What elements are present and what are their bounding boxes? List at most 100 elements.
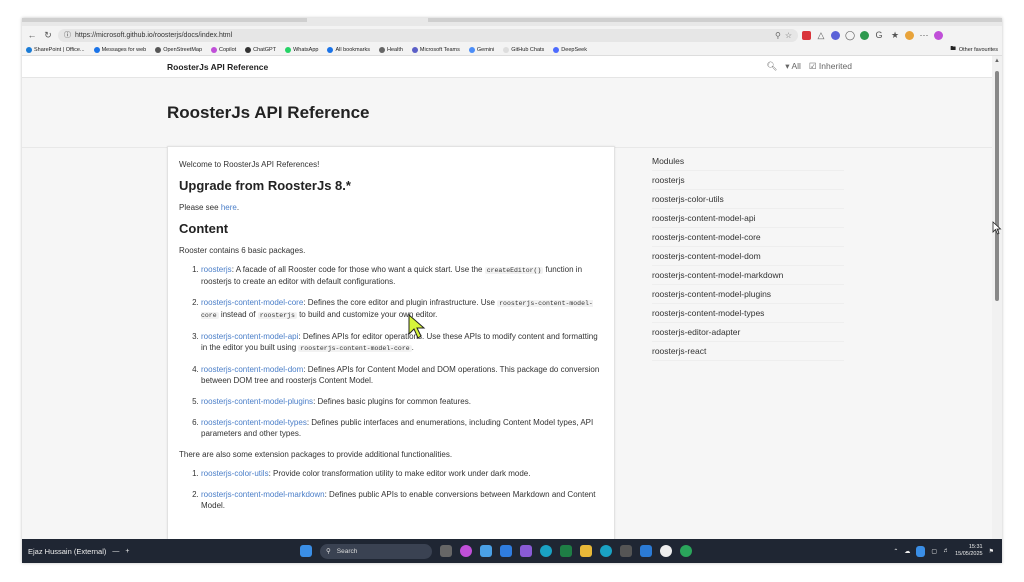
package-link[interactable]: roosterjs-content-model-dom <box>201 365 303 374</box>
app-icon-terminal[interactable] <box>620 545 632 557</box>
extension-link[interactable]: roosterjs-color-utils <box>201 469 269 478</box>
package-item: roosterjs: A facade of all Rooster code … <box>201 264 603 287</box>
site-title[interactable]: RoosterJs API Reference <box>167 62 268 72</box>
back-icon[interactable]: ← <box>26 29 38 41</box>
sidebar-item-roosterjs-content-model-plugins[interactable]: roosterjs-content-model-plugins <box>652 285 844 304</box>
sidebar-item-roosterjs-content-model-api[interactable]: roosterjs-content-model-api <box>652 209 844 228</box>
cloud-icon[interactable]: ☁ <box>904 548 910 555</box>
clock[interactable]: 15:31 15/05/2025 <box>955 544 983 558</box>
bookmark-item[interactable]: Copilot <box>211 46 236 53</box>
bookmark-item[interactable]: Health <box>379 46 403 53</box>
app-icon-edge2[interactable] <box>600 545 612 557</box>
app-icon-excel[interactable] <box>560 545 572 557</box>
windows-start-icon[interactable] <box>300 545 312 557</box>
tray-chevron-icon[interactable]: ⌃ <box>893 548 898 555</box>
extension-g-icon[interactable]: G <box>873 29 885 41</box>
app-tray-icon[interactable] <box>916 545 926 557</box>
sidebar-item-roosterjs-react[interactable]: roosterjs-react <box>652 342 844 361</box>
sidebar-item-roosterjs[interactable]: roosterjs <box>652 171 844 190</box>
favourites-icon[interactable]: ★ <box>889 29 901 41</box>
minimize-icon[interactable]: — <box>112 548 119 555</box>
profile-avatar-icon[interactable] <box>905 30 914 40</box>
package-link[interactable]: roosterjs <box>201 265 232 274</box>
app-icon-files[interactable] <box>580 545 592 557</box>
extension-red-icon[interactable] <box>802 30 811 40</box>
bookmark-item[interactable]: DeepSeek <box>553 46 587 53</box>
clock-time: 15:31 <box>968 544 983 550</box>
welcome-text: Welcome to RoosterJs API References! <box>179 160 320 169</box>
other-favourites[interactable]: 🖿︎ Other favourites <box>950 45 998 54</box>
app-icon-chrome[interactable] <box>680 545 692 557</box>
sidebar-item-modules[interactable]: Modules <box>652 152 844 171</box>
address-bar: ← ↻ ⓘ https://microsoft.github.io/rooste… <box>22 26 1002 44</box>
bookmark-item[interactable]: SharePoint | Office... <box>26 46 85 53</box>
inherited-checkbox[interactable]: ☑ Inherited <box>809 61 852 72</box>
bookmark-item[interactable]: ChatGPT <box>245 46 276 53</box>
volume-icon[interactable]: ♬ <box>943 548 949 554</box>
bookmark-item[interactable]: All bookmarks <box>327 46 370 53</box>
tab-inactive[interactable] <box>428 18 1002 22</box>
refresh-icon[interactable]: ↻ <box>42 29 54 41</box>
app-icon-github[interactable] <box>660 545 672 557</box>
site-header: RoosterJs API Reference <box>22 56 1002 78</box>
app-icon-chat[interactable] <box>500 545 512 557</box>
triangle-icon[interactable]: △ <box>815 29 827 41</box>
sidebar-item-roosterjs-content-model-markdown[interactable]: roosterjs-content-model-markdown <box>652 266 844 285</box>
url-actions: ⚲ ☆ <box>775 31 792 40</box>
package-item: roosterjs-content-model-types: Defines p… <box>201 417 603 439</box>
sidebar-nav: Modules roosterjs roosterjs-color-utils roo… <box>652 152 844 361</box>
zoom-icon[interactable]: ⚲ <box>775 31 781 40</box>
search-icon[interactable]: 🔍︎ <box>767 61 778 72</box>
extension-shield-icon[interactable]: ◯ <box>844 29 856 41</box>
app-icon-copilot[interactable] <box>460 545 472 557</box>
bookmark-icon <box>155 46 162 53</box>
add-icon[interactable]: + <box>125 548 129 555</box>
taskbar-search[interactable]: ⚲ Search <box>320 543 432 559</box>
site-info-icon[interactable]: ⓘ <box>64 30 71 40</box>
bookmark-icon <box>468 46 475 53</box>
app-icon-vscode[interactable] <box>640 545 652 557</box>
page-scrollbar[interactable]: ▲ ▼ <box>992 56 1002 554</box>
scrollbar-thumb[interactable] <box>995 71 999 301</box>
package-link[interactable]: roosterjs-content-model-api <box>201 332 298 341</box>
network-icon[interactable]: ▢ <box>931 548 937 555</box>
tab-active[interactable] <box>22 18 307 22</box>
bookmark-item[interactable]: Gemini <box>468 46 494 53</box>
sidebar-item-roosterjs-editor-adapter[interactable]: roosterjs-editor-adapter <box>652 323 844 342</box>
extension-item: roosterjs-color-utils: Provide color tra… <box>201 468 603 479</box>
title-area: RoosterJs API Reference <box>22 78 1002 148</box>
package-link[interactable]: roosterjs-content-model-core <box>201 298 303 307</box>
bookmark-label: Microsoft Teams <box>419 46 460 53</box>
more-menu-icon[interactable]: ⋯ <box>918 29 930 41</box>
extension-blue-icon[interactable] <box>831 30 840 40</box>
task-view-icon[interactable] <box>440 545 452 557</box>
sidebar-item-roosterjs-content-model-dom[interactable]: roosterjs-content-model-dom <box>652 247 844 266</box>
extension-green-icon[interactable] <box>860 30 869 40</box>
app-icon-pin[interactable] <box>480 545 492 557</box>
scroll-up-icon[interactable]: ▲ <box>994 58 1000 64</box>
bookmark-item[interactable]: Microsoft Teams <box>411 46 460 53</box>
sidebar-item-roosterjs-color-utils[interactable]: roosterjs-color-utils <box>652 190 844 209</box>
filter-dropdown[interactable]: ▾ All <box>785 61 801 72</box>
system-tray: ⌃ ☁ ▢ ♬ 15:31 15/05/2025 ⚑ <box>893 544 994 558</box>
app-icon-copilot2[interactable] <box>520 545 532 557</box>
app-icon-edge[interactable] <box>540 545 552 557</box>
url-field[interactable]: ⓘ https://microsoft.github.io/roosterjs/… <box>58 28 798 42</box>
sidebar-item-roosterjs-content-model-types[interactable]: roosterjs-content-model-types <box>652 304 844 323</box>
sidebar-item-roosterjs-content-model-core[interactable]: roosterjs-content-model-core <box>652 228 844 247</box>
here-link[interactable]: here <box>221 203 237 212</box>
favourite-star-icon[interactable]: ☆ <box>785 31 792 40</box>
bookmark-item[interactable]: Messages for web <box>93 46 146 53</box>
bookmark-item[interactable]: OpenStreetMap <box>155 46 202 53</box>
search-placeholder: Search <box>336 547 358 555</box>
bookmark-item[interactable]: GitHub Chats <box>503 46 544 53</box>
code-snippet: roosterjs <box>257 312 297 319</box>
package-link[interactable]: roosterjs-content-model-types <box>201 418 307 427</box>
copilot-icon[interactable] <box>934 30 943 40</box>
page-content: RoosterJs API Reference 🔍︎ ▾ All ☑ Inher… <box>22 56 1002 554</box>
package-link[interactable]: roosterjs-content-model-plugins <box>201 397 313 406</box>
bookmark-item[interactable]: WhatsApp <box>285 46 318 53</box>
extension-link[interactable]: roosterjs-content-model-markdown <box>201 490 325 499</box>
other-favourites-label: Other favourites <box>958 46 998 53</box>
notification-icon[interactable]: ⚑ <box>989 548 994 555</box>
